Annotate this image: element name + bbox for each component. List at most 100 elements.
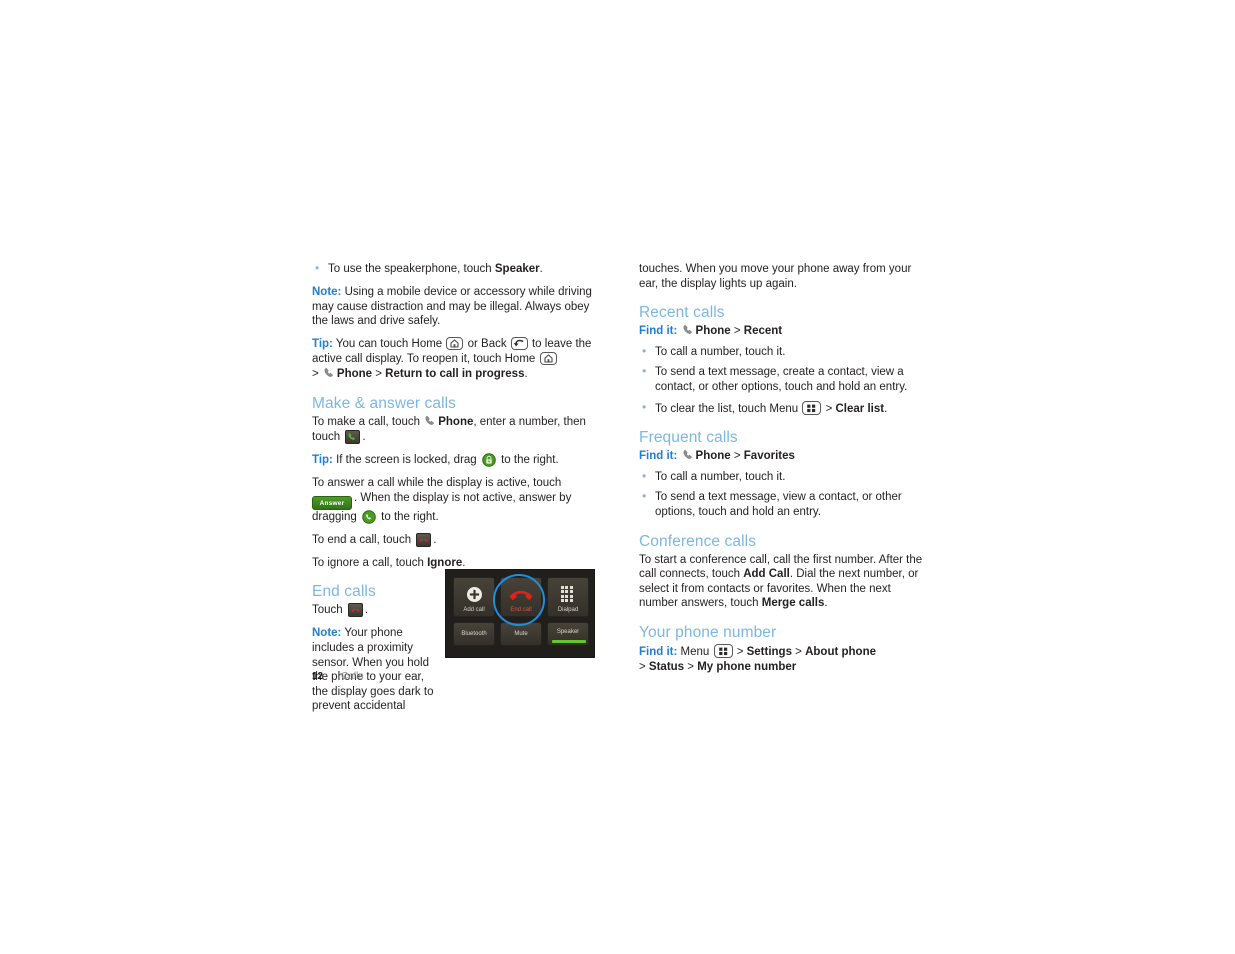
end-call-pre: To end a call, touch xyxy=(312,533,415,546)
findit-recent-bold2: Recent xyxy=(743,325,783,338)
tip-period: . xyxy=(524,367,528,380)
heading-recent-calls: Recent calls xyxy=(639,304,725,322)
footer-section-name: Calls xyxy=(341,671,364,682)
red-endcall-button-icon-2 xyxy=(347,603,363,618)
add-call-label: Add call xyxy=(463,607,485,613)
menu-word: Menu xyxy=(680,645,713,658)
tip-locked-pre: If the screen is locked, drag xyxy=(332,453,480,466)
phone-handset-icon-3 xyxy=(682,324,694,336)
phone-number-gt2: > xyxy=(791,645,806,658)
green-lock-icon xyxy=(482,453,496,467)
make-call-pre: To make a call, touch xyxy=(312,416,424,429)
list-item: To send a text message, view a contact, … xyxy=(639,489,929,519)
findit-label-frequent: Find it: xyxy=(639,450,678,463)
green-phone-button-icon xyxy=(345,429,361,444)
heading-frequent-calls: Frequent calls xyxy=(639,429,738,447)
findit-recent-bold1: Phone xyxy=(695,325,731,338)
heading-your-phone-number: Your phone number xyxy=(639,623,777,641)
mute-label: Mute xyxy=(514,631,528,637)
phone-number-bold3: Status xyxy=(648,660,685,673)
phone-handset-icon-4 xyxy=(682,449,694,461)
add-call-icon xyxy=(454,584,494,604)
heading-make-answer-calls: Make & answer calls xyxy=(312,395,457,413)
tip-locked-label: Tip: xyxy=(312,453,333,466)
dialpad-label: Dialpad xyxy=(557,607,579,613)
tip-locked-post: to the right. xyxy=(497,453,559,466)
tip-gt: > xyxy=(372,367,386,380)
conference-calls-paragraph: To start a conference call, call the fir… xyxy=(639,553,929,611)
clear-list-pre: To clear the list, touch Menu xyxy=(655,402,802,415)
bullet-speakerphone: To use the speakerphone, touch Speaker. xyxy=(312,261,602,277)
speaker-active-indicator xyxy=(552,640,586,643)
tip-home-back: Tip: You can touch Home or Back to leave… xyxy=(312,337,602,381)
right-column: touches. When you move your phone away f… xyxy=(639,262,929,680)
note-proximity-text: Your phone includes a proximity sensor. … xyxy=(312,627,434,713)
green-answer-circle-icon xyxy=(362,509,376,524)
findit-frequent-bold2: Favorites xyxy=(743,450,795,463)
findit-phone-number: Find it: Menu > Settings > About phone >… xyxy=(639,643,929,674)
conference-p3: . xyxy=(824,597,828,610)
bullet-speakerphone-bold: Speaker xyxy=(494,263,540,275)
phone-number-bold4: My phone number xyxy=(697,660,797,673)
make-call-phone-bold: Phone xyxy=(438,416,474,429)
touch-post: . xyxy=(364,604,369,617)
note-proximity-label: Note: xyxy=(312,627,342,640)
bluetooth-label: Bluetooth xyxy=(461,631,487,637)
continued-paragraph: touches. When you move your phone away f… xyxy=(639,263,912,290)
list-item: To send a text message, create a contact… xyxy=(639,364,929,394)
screenshot-bluetooth-button[interactable]: Bluetooth xyxy=(453,622,495,646)
frequent-calls-bullets: To call a number, touch it. To send a te… xyxy=(639,469,929,520)
screenshot-add-call-button[interactable]: Add call xyxy=(453,577,495,617)
findit-label-phone-number: Find it: xyxy=(639,645,678,658)
manual-page: To use the speakerphone, touch Speaker. … xyxy=(0,0,1235,954)
conference-bold1: Add Call xyxy=(743,568,790,581)
findit-recent-gt: > xyxy=(730,325,744,338)
phone-number-bold2: About phone xyxy=(805,645,876,658)
make-call-post: . xyxy=(362,430,366,443)
tip-screen-locked: Tip: If the screen is locked, drag to th… xyxy=(312,453,602,468)
findit-frequent-bold1: Phone xyxy=(695,450,731,463)
bullet-speakerphone-pre: To use the speakerphone, touch xyxy=(328,263,495,275)
clear-list-gt: > xyxy=(822,402,836,415)
conference-bold2: Merge calls xyxy=(761,597,825,610)
phone-number-gt3: > xyxy=(684,660,698,673)
home-key-icon-2 xyxy=(539,351,557,365)
recent-calls-bullets: To call a number, touch it. To send a te… xyxy=(639,344,929,417)
findit-label-recent: Find it: xyxy=(639,325,678,338)
phone-number-line2-gt: > xyxy=(639,660,649,673)
ignore-call-post: . xyxy=(462,556,466,569)
note-driving-text: Using a mobile device or accessory while… xyxy=(312,286,592,328)
answer-button-icon: Answer xyxy=(312,495,352,510)
screenshot-speaker-button[interactable]: Speaker xyxy=(547,622,589,646)
menu-key-icon xyxy=(802,400,822,415)
page-number: 12 xyxy=(312,671,324,682)
clear-list-bold: Clear list xyxy=(835,402,885,415)
dialpad-icon xyxy=(548,584,588,604)
phone-number-gt1: > xyxy=(733,645,747,658)
speaker-label: Speaker xyxy=(556,629,580,635)
list-item: To call a number, touch it. xyxy=(639,344,929,360)
tip-home-back-t2: or Back xyxy=(464,338,510,351)
tip-home-back-t1: You can touch Home xyxy=(332,338,446,351)
answer-call-paragraph: To answer a call while the display is ac… xyxy=(312,476,602,524)
end-call-post: . xyxy=(433,533,437,546)
screenshot-dialpad-button[interactable]: Dialpad xyxy=(547,577,589,617)
note-driving: Note: Using a mobile device or accessory… xyxy=(312,285,602,329)
tip-label: Tip: xyxy=(312,338,333,351)
findit-recent: Find it: Phone > Recent xyxy=(639,324,929,339)
answer-call-post: to the right. xyxy=(377,510,439,523)
tip-home-back-t4: > xyxy=(312,367,322,380)
findit-frequent-gt: > xyxy=(730,450,744,463)
phone-call-controls-screenshot: Add call End call Dialpad Bluetooth Mute… xyxy=(445,569,595,658)
make-call-paragraph: To make a call, touch Phone, enter a num… xyxy=(312,415,602,444)
touch-pre: Touch xyxy=(312,604,346,617)
home-key-icon xyxy=(446,337,464,351)
answer-call-pre: To answer a call while the display is ac… xyxy=(312,476,562,489)
list-item-clear-list: To clear the list, touch Menu > Clear li… xyxy=(639,400,929,417)
tip-return-bold: Return to call in progress xyxy=(385,367,525,380)
page-footer: 12 Calls xyxy=(312,671,363,682)
clear-list-post: . xyxy=(884,402,888,415)
end-call-paragraph: To end a call, touch . xyxy=(312,532,602,548)
heading-conference-calls: Conference calls xyxy=(639,532,757,550)
phone-handset-icon xyxy=(323,367,335,379)
